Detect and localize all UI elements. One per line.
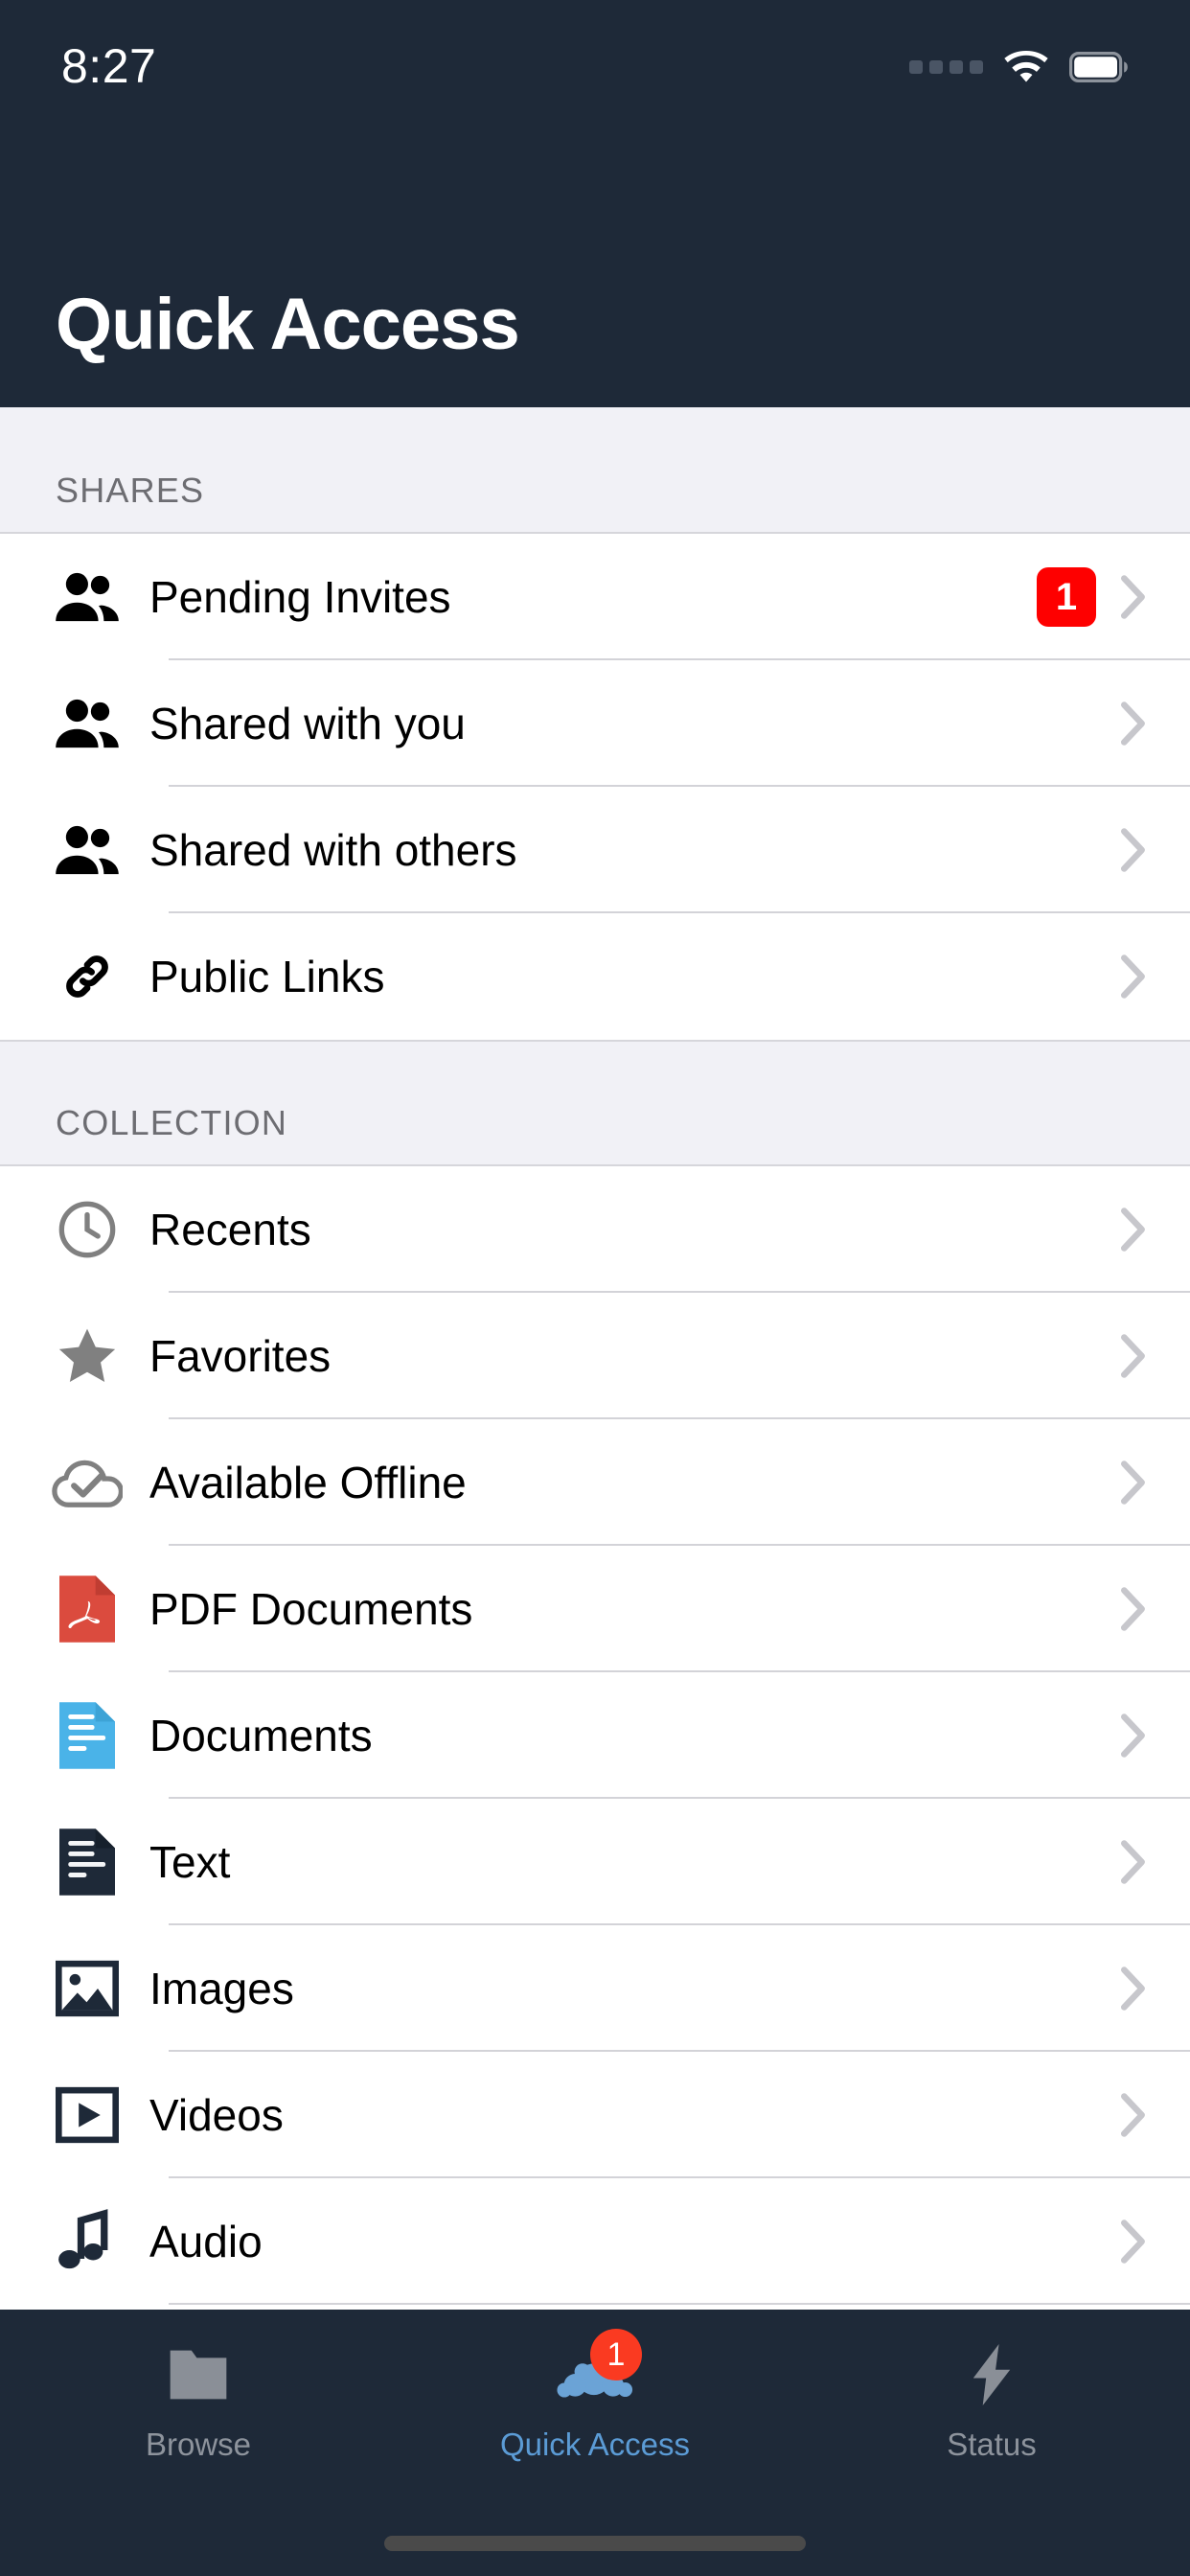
list-item-images[interactable]: Images xyxy=(0,1925,1190,2052)
home-indicator xyxy=(384,2536,806,2551)
list-item-accessory xyxy=(1121,1460,1190,1505)
cloud-check-icon xyxy=(46,1441,128,1524)
list-item-accessory xyxy=(1121,1208,1190,1252)
list-item-accessory xyxy=(1121,2093,1190,2137)
list-item-accessory xyxy=(1121,2220,1190,2264)
wifi-icon xyxy=(1004,51,1048,83)
image-icon xyxy=(46,1947,128,2030)
people-icon xyxy=(46,682,128,765)
list-item-label: Videos xyxy=(128,2093,1121,2137)
list-item-label: Images xyxy=(128,1966,1121,2011)
list-item-text[interactable]: Text xyxy=(0,1799,1190,1925)
list-item-available-offline[interactable]: Available Offline xyxy=(0,1419,1190,1546)
list-item-public-links[interactable]: Public Links xyxy=(0,913,1190,1040)
list-item-label: Documents xyxy=(128,1714,1121,1758)
status-badge: 1 xyxy=(1037,567,1096,627)
chevron-right-icon xyxy=(1121,702,1146,746)
clock-icon xyxy=(46,1188,128,1271)
nextcloud-icon: 1 xyxy=(552,2334,638,2415)
list-item-pending-invites[interactable]: Pending Invites 1 xyxy=(0,534,1190,660)
row-separator xyxy=(169,2303,1190,2305)
status-indicators xyxy=(909,43,1129,83)
tab-label: Browse xyxy=(146,2428,251,2460)
list-item-accessory xyxy=(1121,1966,1190,2011)
tab-label: Status xyxy=(947,2428,1037,2460)
tab-bar: Browse 1 Quick Access xyxy=(0,2310,1190,2576)
video-icon xyxy=(46,2074,128,2156)
list-item-label: Audio xyxy=(128,2220,1121,2264)
pdf-file-icon xyxy=(46,1568,128,1650)
chevron-right-icon xyxy=(1121,1587,1146,1631)
chevron-right-icon xyxy=(1121,1208,1146,1252)
quick-access-list[interactable]: SHARES Pending Invites 1 xyxy=(0,407,1190,2310)
section-header-shares: SHARES xyxy=(0,407,1190,534)
chevron-right-icon xyxy=(1121,828,1146,872)
list-item-accessory xyxy=(1121,1714,1190,1758)
list-item-pdf-documents[interactable]: PDF Documents xyxy=(0,1546,1190,1672)
list-item-accessory xyxy=(1121,828,1190,872)
tab-label: Quick Access xyxy=(500,2428,690,2460)
list-item-accessory xyxy=(1121,1334,1190,1378)
list-item-label: Recents xyxy=(128,1208,1121,1252)
text-file-icon xyxy=(46,1821,128,1903)
chevron-right-icon xyxy=(1121,1840,1146,1884)
status-time: 8:27 xyxy=(61,36,156,90)
list-item-label: Pending Invites xyxy=(128,575,1037,619)
list-item-favorites[interactable]: Favorites xyxy=(0,1293,1190,1419)
chevron-right-icon xyxy=(1121,1966,1146,2011)
list-item-videos[interactable]: Videos xyxy=(0,2052,1190,2178)
chevron-right-icon xyxy=(1121,2220,1146,2264)
app-screen: 8:27 Quick Access SHARES xyxy=(0,0,1190,2576)
chevron-right-icon xyxy=(1121,1714,1146,1758)
audio-icon xyxy=(46,2200,128,2283)
list-item-label: Available Offline xyxy=(128,1460,1121,1505)
chevron-right-icon xyxy=(1121,2093,1146,2137)
list-item-audio[interactable]: Audio xyxy=(0,2178,1190,2305)
list-item-accessory xyxy=(1121,702,1190,746)
list-item-accessory xyxy=(1121,1587,1190,1631)
list-item-recents[interactable]: Recents xyxy=(0,1166,1190,1293)
list-item-label: Shared with others xyxy=(128,828,1121,872)
link-icon xyxy=(46,935,128,1018)
list-item-label: Public Links xyxy=(128,954,1121,999)
lightning-icon xyxy=(949,2334,1035,2415)
page-title: Quick Access xyxy=(56,288,519,361)
list-item-accessory xyxy=(1121,954,1190,999)
chevron-right-icon xyxy=(1121,1460,1146,1505)
chevron-right-icon xyxy=(1121,954,1146,999)
list-item-accessory xyxy=(1121,1840,1190,1884)
list-item-shared-with-others[interactable]: Shared with others xyxy=(0,787,1190,913)
list-item-label: Favorites xyxy=(128,1334,1121,1378)
signal-dots-icon xyxy=(909,60,983,74)
list-item-accessory: 1 xyxy=(1037,567,1190,627)
tab-status[interactable]: Status xyxy=(793,2334,1190,2460)
tab-browse[interactable]: Browse xyxy=(0,2334,397,2460)
people-icon xyxy=(46,556,128,638)
tab-quick-access[interactable]: 1 Quick Access xyxy=(397,2334,793,2460)
list-item-label: PDF Documents xyxy=(128,1587,1121,1631)
list-item-label: Shared with you xyxy=(128,702,1121,746)
battery-icon xyxy=(1069,52,1129,82)
chevron-right-icon xyxy=(1121,1334,1146,1378)
list-item-label: Text xyxy=(128,1840,1121,1884)
list-item-shared-with-you[interactable]: Shared with you xyxy=(0,660,1190,787)
folder-icon xyxy=(155,2334,241,2415)
section-header-collection: COLLECTION xyxy=(0,1040,1190,1166)
people-icon xyxy=(46,809,128,891)
status-bar: 8:27 xyxy=(0,0,1190,126)
page-header: Quick Access xyxy=(0,126,1190,407)
star-icon xyxy=(46,1315,128,1397)
document-file-icon xyxy=(46,1694,128,1777)
chevron-right-icon xyxy=(1121,575,1146,619)
tab-badge: 1 xyxy=(590,2329,642,2380)
list-item-documents[interactable]: Documents xyxy=(0,1672,1190,1799)
